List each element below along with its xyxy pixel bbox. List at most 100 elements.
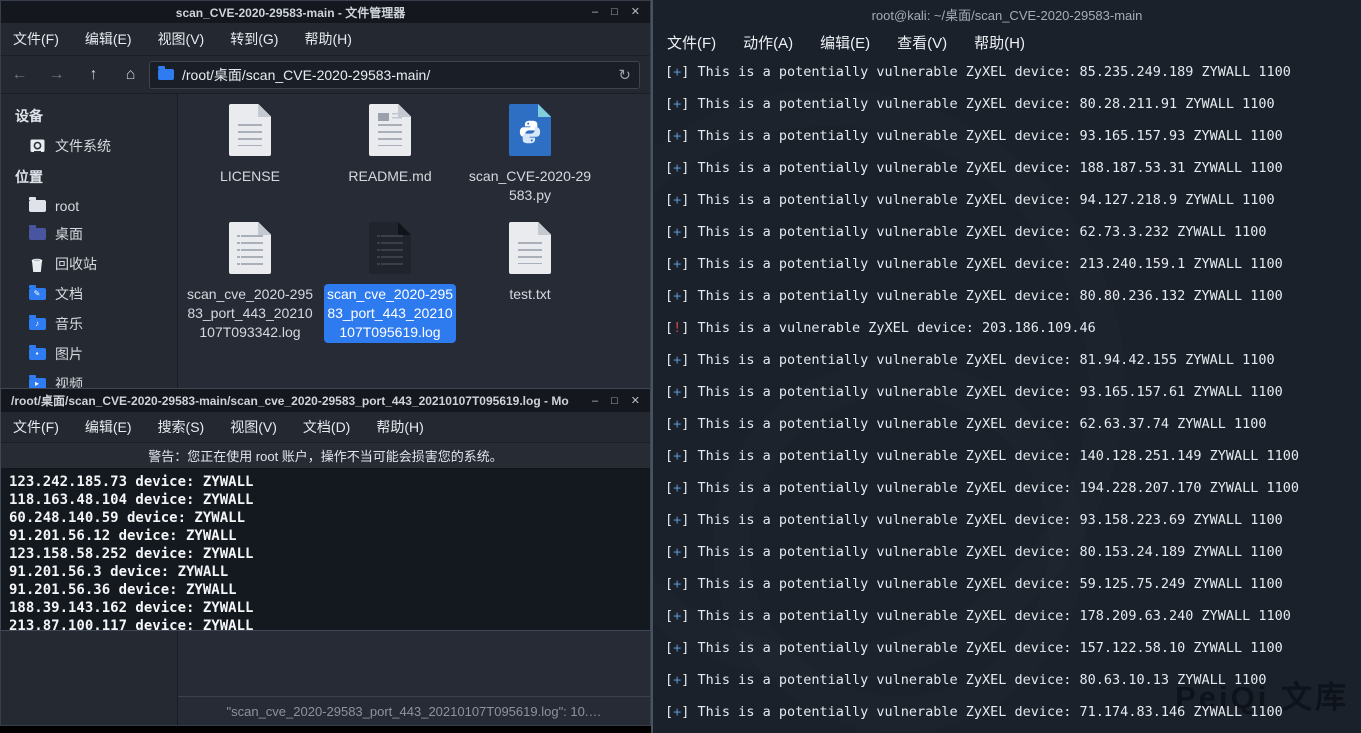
terminal-line-text: This is a potentially vulnerable ZyXEL d… [698,160,1283,176]
editor-menu-item-0[interactable]: 文件(F) [13,417,59,437]
terminal-line-text: This is a potentially vulnerable ZyXEL d… [698,640,1283,656]
terminal-output[interactable]: [+] This is a potentially vulnerable ZyX… [653,56,1361,733]
editor-titlebar[interactable]: /root/桌面/scan_CVE-2020-29583-main/scan_c… [1,389,650,412]
bracket: ] [681,192,697,208]
log-line: 91.201.56.12 device: ZYWALL [9,527,650,545]
home-icon[interactable]: ⌂ [112,66,149,84]
file-item[interactable]: test.txt [460,222,600,343]
maximize-icon[interactable]: □ [611,1,618,23]
terminal-menu-item-4[interactable]: 帮助(H) [974,32,1025,56]
file-label: README.md [324,166,456,187]
editor-title: /root/桌面/scan_CVE-2020-29583-main/scan_c… [11,392,584,409]
file-manager-titlebar[interactable]: scan_CVE-2020-29583-main - 文件管理器 – □ ✕ [1,1,650,23]
maximize-icon[interactable]: □ [611,390,618,412]
sidebar-item-place-3[interactable]: ✎文档 [1,279,177,309]
fm-menu-item-2[interactable]: 视图(V) [158,29,205,49]
bracket: [ [665,640,673,656]
editor-menu-item-1[interactable]: 编辑(E) [85,417,132,437]
drive-icon [28,138,46,155]
terminal-menu-item-1[interactable]: 动作(A) [743,32,793,56]
sidebar-item-place-2[interactable]: 回收站 [1,249,177,279]
file-manager-title: scan_CVE-2020-29583-main - 文件管理器 [1,4,580,21]
editor-menubar: 文件(F) 编辑(E) 搜索(S) 视图(V) 文档(D) 帮助(H) [1,412,650,443]
terminal-line-text: This is a potentially vulnerable ZyXEL d… [698,64,1291,80]
minimize-icon[interactable]: – [592,390,598,412]
terminal-line: [+] This is a potentially vulnerable ZyX… [665,127,1361,159]
bracket: [ [665,160,673,176]
editor-menu-item-5[interactable]: 帮助(H) [376,417,423,437]
log-line: 123.158.58.252 device: ZYWALL [9,545,650,563]
sidebar-item-place-0[interactable]: root [1,192,177,219]
terminal-line: [+] This is a potentially vulnerable ZyX… [665,351,1361,383]
terminal-line-text: This is a potentially vulnerable ZyXEL d… [698,672,1267,688]
file-label: scan_CVE-2020-29583.py [464,166,596,206]
editor-menu-item-3[interactable]: 视图(V) [230,417,277,437]
terminal-line: [+] This is a potentially vulnerable ZyX… [665,95,1361,127]
terminal-line-text: This is a potentially vulnerable ZyXEL d… [698,416,1267,432]
editor-menu-item-2[interactable]: 搜索(S) [158,417,205,437]
file-item[interactable]: README.md [320,104,460,222]
terminal-line-text: This is a vulnerable ZyXEL device: 203.1… [698,320,1096,336]
sidebar-item-device-0[interactable]: 文件系统 [1,131,177,161]
bracket: ] [681,128,697,144]
bracket: ] [681,416,697,432]
file-item[interactable]: scan_cve_2020-29583_port_443_20210107T09… [320,222,460,343]
root-warning-bar: 警告：您正在使用 root 账户，操作不当可能会损害您的系统。 [1,443,650,469]
editor-text-area[interactable]: 123.242.185.73 device: ZYWALL118.163.48.… [1,469,650,630]
readme-file-icon [369,104,411,160]
sidebar-section-devices: 设备 [1,100,177,131]
bracket: [ [665,704,673,720]
terminal-line: [+] This is a potentially vulnerable ZyX… [665,159,1361,191]
fm-menu-item-0[interactable]: 文件(F) [13,29,59,49]
refresh-icon[interactable]: ↻ [618,66,631,84]
path-bar[interactable]: /root/桌面/scan_CVE-2020-29583-main/ ↻ [149,61,640,89]
terminal-line-text: This is a potentially vulnerable ZyXEL d… [698,544,1283,560]
sidebar-item-place-1[interactable]: 桌面 [1,219,177,249]
bracket: ] [681,544,697,560]
terminal-line: [+] This is a potentially vulnerable ZyX… [665,543,1361,575]
bracket: ] [681,384,697,400]
terminal-menu-item-3[interactable]: 查看(V) [897,32,947,56]
file-item[interactable]: LICENSE [180,104,320,222]
editor-menu-item-4[interactable]: 文档(D) [303,417,350,437]
terminal-line: [+] This is a potentially vulnerable ZyX… [665,223,1361,255]
bracket: ] [681,640,697,656]
fm-menu-item-3[interactable]: 转到(G) [230,29,278,49]
file-item[interactable]: scan_CVE-2020-29583.py [460,104,600,222]
bracket: [ [665,576,673,592]
file-row-1: scan_cve_2020-29583_port_443_20210107T09… [178,222,650,343]
bracket: ] [681,576,697,592]
bracket: ] [681,512,697,528]
window-controls: – □ ✕ [592,1,650,23]
file-manager-menubar: 文件(F) 编辑(E) 视图(V) 转到(G) 帮助(H) [1,23,650,56]
window-controls: – □ ✕ [592,390,650,412]
terminal-menu-item-0[interactable]: 文件(F) [667,32,716,56]
fm-menu-item-1[interactable]: 编辑(E) [85,29,132,49]
sidebar-item-place-5[interactable]: ▪图片 [1,339,177,369]
sidebar-item-place-4[interactable]: ♪音乐 [1,309,177,339]
close-icon[interactable]: ✕ [631,390,640,412]
minimize-icon[interactable]: – [592,1,598,23]
terminal-line-text: This is a potentially vulnerable ZyXEL d… [698,448,1299,464]
log-file-dark-icon [369,222,411,278]
sidebar-item-label: 图片 [55,344,83,364]
log-line: 188.39.143.162 device: ZYWALL [9,599,650,617]
terminal-line-text: This is a potentially vulnerable ZyXEL d… [698,512,1283,528]
log-line: 91.201.56.36 device: ZYWALL [9,581,650,599]
forward-icon[interactable]: → [38,66,75,84]
bracket: ] [681,288,697,304]
file-item[interactable]: scan_cve_2020-29583_port_443_20210107T09… [180,222,320,343]
back-icon[interactable]: ← [1,66,38,84]
terminal-title: root@kali: ~/桌面/scan_CVE-2020-29583-main [653,0,1361,25]
close-icon[interactable]: ✕ [631,1,640,23]
terminal-menu-item-2[interactable]: 编辑(E) [820,32,870,56]
bracket: [ [665,224,673,240]
files-grid[interactable]: LICENSEREADME.mdscan_CVE-2020-29583.pysc… [178,94,650,343]
bracket: ] [681,352,697,368]
bracket: ] [681,96,697,112]
text-file-icon [509,222,551,278]
fm-menu-item-4[interactable]: 帮助(H) [304,29,351,49]
up-icon[interactable]: ↑ [75,66,112,84]
bracket: [ [665,544,673,560]
terminal-line: [+] This is a potentially vulnerable ZyX… [665,287,1361,319]
